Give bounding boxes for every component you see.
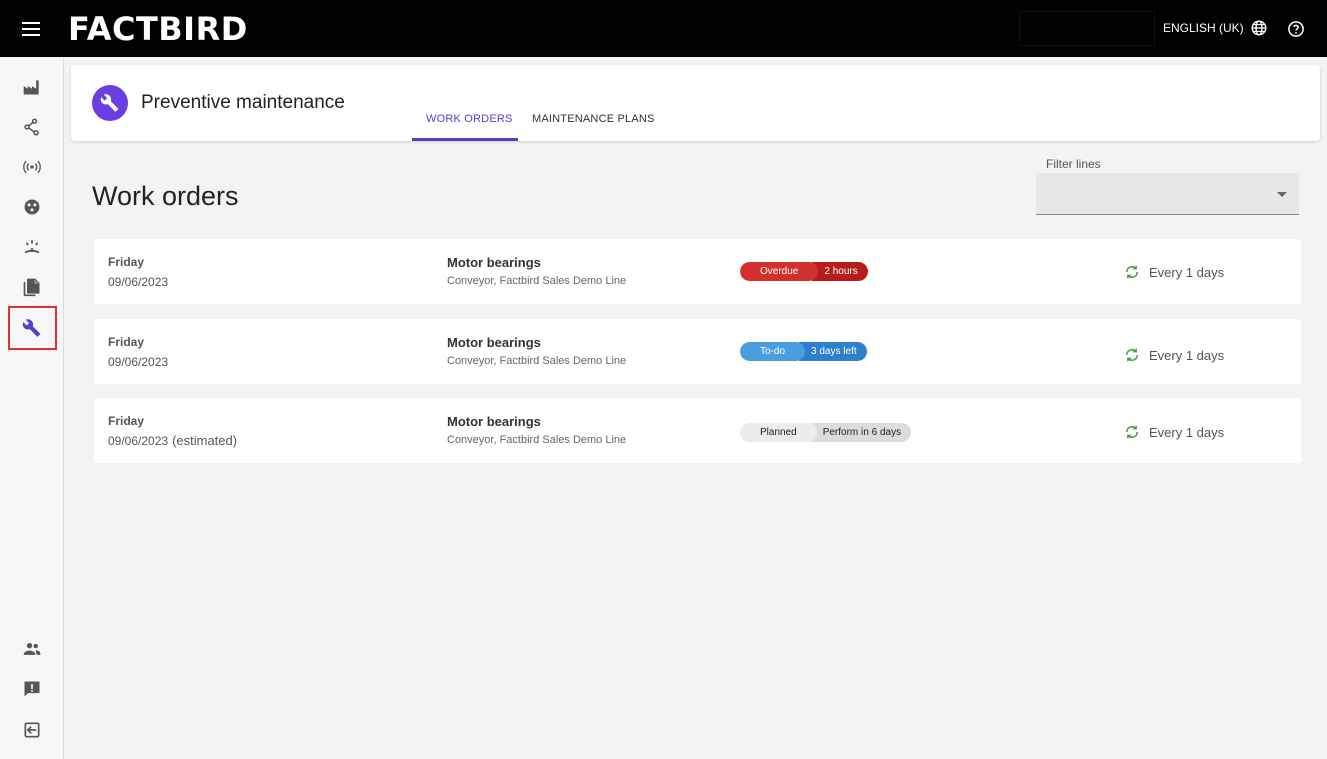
recurrence-label: Every 1 days [1149,347,1225,363]
page-title: Preventive maintenance [141,92,345,113]
work-order-row[interactable]: Friday 09/06/2023 Motor bearings Conveyo… [94,319,1301,384]
network-icon[interactable] [20,115,44,139]
globe-icon [1251,20,1267,36]
order-day: Friday [108,414,145,428]
order-date: 09/06/2023 [108,275,169,289]
language-selector[interactable]: ENGLISH (UK) [1163,19,1268,37]
sensor-icon[interactable] [20,155,44,179]
documents-icon[interactable] [20,275,44,299]
recurrence: Every 1 days [1123,346,1224,364]
order-task: Motor bearings [447,255,541,270]
page-header-card: Preventive maintenance WORK ORDERS MAINT… [71,65,1320,141]
recurrence-label: Every 1 days [1149,424,1225,440]
users-icon[interactable] [20,637,44,661]
filter-lines-select[interactable] [1036,173,1299,215]
status-badge: Planned Perform in 6 days [740,423,912,442]
logout-icon[interactable] [20,718,44,742]
help-icon[interactable] [1287,20,1305,38]
status-label: To-do [740,342,806,361]
dropdown-caret-icon [1277,192,1287,197]
tab-work-orders[interactable]: WORK ORDERS [426,113,513,125]
active-tab-indicator [412,138,518,141]
filter-lines-label: Filter lines [1046,157,1101,171]
order-day: Friday [108,255,145,269]
sidebar [0,57,64,759]
status-label: Overdue [740,262,819,281]
order-day: Friday [108,335,145,349]
order-date: 09/06/2023 [108,355,169,369]
app-logo[interactable]: FACTBIRD [68,10,248,48]
order-task: Motor bearings [447,335,541,350]
menu-icon[interactable] [20,18,42,40]
recurrence: Every 1 days [1123,263,1224,281]
status-badge: Overdue 2 hours [740,262,868,281]
tab-maintenance-plans[interactable]: MAINTENANCE PLANS [532,113,655,125]
work-order-row[interactable]: Friday 09/06/2023 (estimated) Motor beari… [94,398,1301,463]
recurrence-label: Every 1 days [1149,264,1225,280]
status-detail: Perform in 6 days [810,423,912,442]
order-location: Conveyor, Factbird Sales Demo Line [447,275,627,287]
alarm-icon[interactable] [20,235,44,259]
order-location: Conveyor, Factbird Sales Demo Line [447,355,627,367]
order-location: Conveyor, Factbird Sales Demo Line [447,434,627,446]
language-label: ENGLISH (UK) [1163,21,1244,35]
status-badge: To-do 3 days left [740,342,867,361]
maintenance-wrench-icon [92,85,128,121]
factory-icon[interactable] [20,75,44,99]
recurrence: Every 1 days [1123,423,1224,441]
user-account-box[interactable] [1019,11,1155,46]
order-date: 09/06/2023 (estimated) [108,433,238,448]
repeat-icon [1126,265,1138,279]
top-app-bar: FACTBIRD ENGLISH (UK) [0,0,1327,57]
analytics-icon[interactable] [20,195,44,219]
status-label: Planned [740,423,817,442]
repeat-icon [1126,425,1138,439]
work-order-row[interactable]: Friday 09/06/2023 Motor bearings Conveyo… [94,239,1301,304]
status-detail: 2 hours [812,262,868,281]
order-task: Motor bearings [447,414,541,429]
section-title: Work orders [92,181,239,211]
feedback-icon[interactable] [20,677,44,701]
wrench-icon[interactable] [20,316,44,340]
repeat-icon [1126,348,1138,362]
status-detail: 3 days left [799,342,867,361]
